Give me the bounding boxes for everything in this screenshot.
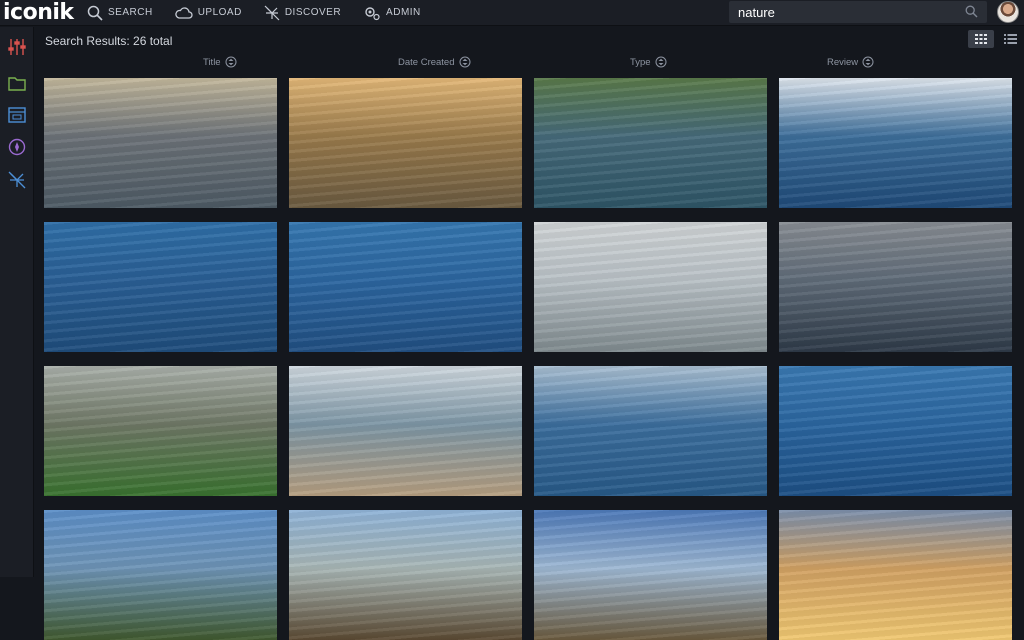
user-avatar[interactable] — [997, 1, 1019, 23]
thumbnail-image — [779, 222, 1012, 352]
thumbnail-image — [534, 222, 767, 352]
thumbnail-image — [289, 78, 522, 208]
grid-view-button[interactable] — [968, 30, 994, 48]
asset-thumbnail[interactable] — [289, 366, 522, 496]
folder-icon[interactable] — [7, 73, 27, 93]
thumbnail-image — [779, 366, 1012, 496]
calendar-icon[interactable] — [7, 105, 27, 125]
thumbnail-image — [534, 366, 767, 496]
thumbnail-image — [44, 78, 277, 208]
sidebar — [0, 27, 34, 577]
nav-upload-label: UPLOAD — [197, 7, 242, 18]
nav-discover[interactable]: DISCOVER — [264, 5, 341, 21]
asset-thumbnail[interactable] — [534, 366, 767, 496]
thumbnail-image — [779, 510, 1012, 640]
search-input[interactable] — [738, 4, 958, 20]
nav-admin[interactable]: ADMIN — [363, 5, 421, 21]
asset-thumbnail[interactable] — [289, 78, 522, 208]
sort-icon — [225, 56, 237, 68]
thumbnail-image — [289, 222, 522, 352]
asset-thumbnail[interactable] — [779, 366, 1012, 496]
sort-icon — [862, 56, 874, 68]
cloud-icon — [175, 6, 193, 19]
thumbnail-image — [534, 510, 767, 640]
nav-admin-label: ADMIN — [386, 7, 421, 18]
thumbnail-image — [534, 78, 767, 208]
discover-icon — [264, 5, 280, 20]
nav-search-label: SEARCH — [108, 7, 153, 18]
main-nav: SEARCH UPLOAD DISCOVER ADMIN — [87, 0, 443, 26]
asset-thumbnail[interactable] — [534, 222, 767, 352]
asset-thumbnail[interactable] — [44, 222, 277, 352]
sort-date-created[interactable]: Date Created — [398, 56, 471, 68]
compass-icon[interactable] — [7, 137, 27, 157]
nav-upload[interactable]: UPLOAD — [175, 6, 242, 20]
sort-type[interactable]: Type — [630, 56, 667, 68]
asset-thumbnail[interactable] — [534, 78, 767, 208]
app-logo[interactable]: iconik — [3, 0, 87, 25]
sort-title-label: Title — [203, 56, 221, 68]
grid-icon — [975, 34, 987, 44]
discover-off-icon[interactable] — [7, 170, 27, 190]
asset-thumbnail[interactable] — [779, 78, 1012, 208]
asset-thumbnail[interactable] — [534, 510, 767, 640]
nav-search[interactable]: SEARCH — [87, 5, 153, 21]
sliders-icon[interactable] — [7, 37, 27, 57]
admin-gear-icon — [365, 6, 380, 20]
sort-date-label: Date Created — [398, 56, 455, 68]
sort-type-label: Type — [630, 56, 651, 68]
asset-thumbnail[interactable] — [289, 510, 522, 640]
asset-thumbnail[interactable] — [779, 222, 1012, 352]
thumbnail-image — [289, 510, 522, 640]
asset-thumbnail[interactable] — [44, 78, 277, 208]
thumbnail-image — [289, 366, 522, 496]
nav-discover-label: DISCOVER — [284, 7, 342, 18]
results-count: Search Results: 26 total — [45, 34, 173, 48]
sort-review-label: Review — [827, 56, 859, 68]
asset-thumbnail[interactable] — [44, 510, 277, 640]
asset-thumbnail[interactable] — [44, 366, 277, 496]
search-box — [729, 1, 987, 23]
search-icon — [87, 5, 103, 21]
sort-icon — [655, 56, 667, 68]
asset-thumbnail[interactable] — [779, 510, 1012, 640]
sort-review[interactable]: Review — [827, 56, 874, 68]
thumbnail-image — [44, 222, 277, 352]
list-icon — [1003, 34, 1017, 44]
list-view-button[interactable] — [1000, 30, 1020, 48]
thumbnail-image — [44, 510, 277, 640]
sort-title[interactable]: Title — [203, 56, 237, 68]
thumbnail-image — [44, 366, 277, 496]
thumbnail-image — [779, 78, 1012, 208]
asset-thumbnail[interactable] — [289, 222, 522, 352]
sort-icon — [459, 56, 471, 68]
top-bar: iconik SEARCH UPLOAD DISCOVER ADMIN — [0, 0, 1024, 26]
search-submit-icon[interactable] — [965, 5, 978, 18]
